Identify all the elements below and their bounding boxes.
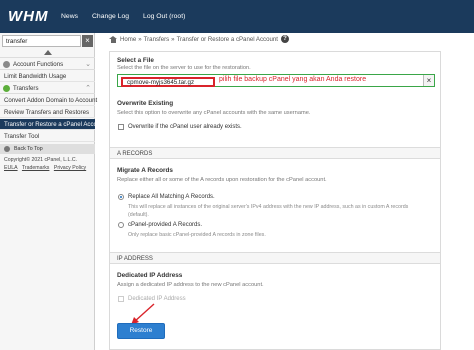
breadcrumb-home[interactable]: Home bbox=[120, 36, 136, 43]
ip-address-header: IP ADDRESS bbox=[110, 252, 440, 264]
nav-logout-link[interactable]: Log Out (root) bbox=[143, 13, 185, 20]
footer-links: EULA Trademarks Privacy Policy bbox=[4, 165, 89, 171]
transfers-icon bbox=[3, 85, 10, 92]
copyright: Copyright© 2021 cPanel, L.L.C. bbox=[4, 157, 78, 163]
whm-logo[interactable]: WHM bbox=[8, 8, 55, 25]
eula-link[interactable]: EULA bbox=[4, 165, 18, 171]
overwrite-title: Overwrite Existing bbox=[117, 100, 174, 107]
help-icon[interactable]: ? bbox=[280, 35, 289, 43]
overwrite-desc: Select this option to overwrite any cPan… bbox=[117, 110, 311, 116]
breadcrumb-page: Transfer or Restore a cPanel Account bbox=[176, 35, 278, 43]
replace-all-desc: This will replace all instances of the o… bbox=[128, 204, 409, 210]
back-to-top[interactable]: Back To Top bbox=[0, 144, 95, 154]
sidebar-item-label: Limit Bandwidth Usage bbox=[4, 73, 67, 80]
select-file-desc: Select the file on the server to use for… bbox=[117, 65, 251, 71]
sidebar-item-transfer-tool[interactable]: Transfer Tool bbox=[0, 131, 95, 142]
a-records-header-label: A RECORDS bbox=[117, 151, 153, 157]
sidebar-item-label: Convert Addon Domain to Account bbox=[4, 97, 98, 104]
back-to-top-label: Back To Top bbox=[14, 146, 43, 152]
replace-all-label: Replace All Matching A Records. bbox=[128, 194, 215, 200]
sidebar-search-input[interactable] bbox=[2, 35, 81, 47]
cpanel-provided-radio[interactable] bbox=[118, 222, 124, 228]
privacy-link[interactable]: Privacy Policy bbox=[54, 165, 86, 171]
top-nav: News Change Log Log Out (root) bbox=[61, 13, 199, 20]
breadcrumb-separator: » bbox=[171, 35, 175, 43]
breadcrumb: Home » Transfers » Transfer or Restore a… bbox=[109, 34, 289, 44]
breadcrumb-separator: » bbox=[138, 35, 142, 43]
chevron-up-icon bbox=[44, 50, 52, 55]
a-records-header: A RECORDS bbox=[110, 147, 440, 159]
replace-all-desc-cont: (default). bbox=[128, 212, 149, 218]
chevron-up-icon: ⌃ bbox=[85, 85, 91, 92]
annotation-text: pilih file backup cPanel yang akan Anda … bbox=[219, 76, 367, 83]
file-select-input[interactable]: cpmove-myjs3645.tar.gz bbox=[121, 77, 215, 87]
replace-all-radio[interactable] bbox=[118, 194, 124, 200]
select-file-title: Select a File bbox=[117, 57, 154, 64]
breadcrumb-section[interactable]: Transfers bbox=[144, 36, 170, 43]
dedicated-ip-title: Dedicated IP Address bbox=[117, 272, 183, 279]
category-label: Transfers bbox=[13, 85, 39, 92]
collapse-toggle[interactable] bbox=[0, 48, 95, 58]
nav-changelog-link[interactable]: Change Log bbox=[92, 13, 129, 20]
sidebar-search: × bbox=[2, 35, 93, 47]
clear-file-icon[interactable]: × bbox=[423, 75, 434, 86]
sidebar-item-transfer-restore[interactable]: Transfer or Restore a cPanel Account bbox=[0, 119, 105, 130]
nav-news-link[interactable]: News bbox=[61, 13, 78, 20]
overwrite-checkbox-label: Overwrite if the cPanel user already exi… bbox=[128, 124, 242, 130]
sidebar-item-label: Transfer Tool bbox=[4, 133, 40, 140]
account-functions-icon bbox=[3, 61, 10, 68]
close-icon[interactable]: × bbox=[82, 35, 93, 47]
home-icon[interactable] bbox=[109, 35, 117, 43]
dedicated-ip-desc: Assign a dedicated IP address to the new… bbox=[117, 282, 264, 288]
arrow-up-icon bbox=[4, 146, 10, 152]
cpanel-provided-label: cPanel-provided A Records. bbox=[128, 222, 203, 228]
cpanel-provided-desc: Only replace basic cPanel-provided A rec… bbox=[128, 232, 266, 238]
sidebar-item-limit-bandwidth[interactable]: Limit Bandwidth Usage bbox=[0, 71, 95, 82]
migrate-a-records-title: Migrate A Records bbox=[117, 167, 173, 174]
category-label: Account Functions bbox=[13, 61, 64, 68]
overwrite-checkbox[interactable] bbox=[118, 124, 124, 130]
file-select-row: cpmove-myjs3645.tar.gz pilih file backup… bbox=[117, 74, 435, 87]
migrate-a-records-desc: Replace either all or some of the A reco… bbox=[117, 177, 327, 183]
sidebar-item-label: Transfer or Restore a cPanel Account bbox=[4, 121, 106, 128]
chevron-down-icon: ⌄ bbox=[85, 61, 91, 68]
trademarks-link[interactable]: Trademarks bbox=[22, 165, 49, 171]
restore-button[interactable]: Restore bbox=[117, 323, 165, 339]
sidebar-category-account-functions[interactable]: Account Functions ⌄ bbox=[0, 59, 95, 70]
sidebar-item-convert-addon[interactable]: Convert Addon Domain to Account bbox=[0, 95, 98, 106]
sidebar-item-review-transfers[interactable]: Review Transfers and Restores bbox=[0, 107, 95, 118]
restore-form: Select a File Select the file on the ser… bbox=[109, 51, 441, 350]
ip-address-header-label: IP ADDRESS bbox=[117, 256, 153, 262]
sidebar-category-transfers[interactable]: Transfers ⌃ bbox=[0, 83, 95, 94]
sidebar: × Account Functions ⌄ Limit Bandwidth Us… bbox=[0, 33, 105, 350]
sidebar-item-label: Review Transfers and Restores bbox=[4, 109, 90, 116]
top-bar: WHM News Change Log Log Out (root) bbox=[0, 0, 474, 33]
